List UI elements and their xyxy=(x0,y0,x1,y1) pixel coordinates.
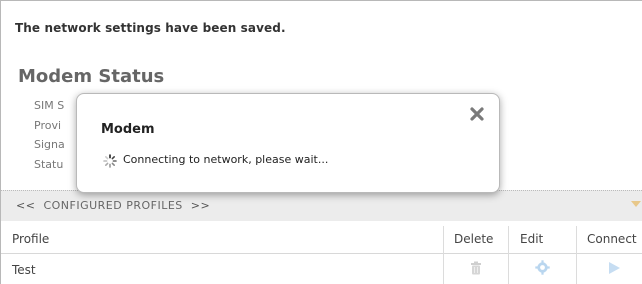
profile-name-cell: Test xyxy=(12,263,36,277)
signal-label: Signa xyxy=(34,138,65,151)
prev-profiles-button[interactable]: << xyxy=(16,199,35,212)
collapse-arrow-icon[interactable] xyxy=(631,201,641,207)
profiles-bar-label: CONFIGURED PROFILES xyxy=(43,199,183,212)
column-header-delete[interactable]: Delete xyxy=(454,232,493,246)
dialog-message: Connecting to network, please wait... xyxy=(123,153,329,166)
profiles-table-header xyxy=(1,226,642,254)
play-icon[interactable] xyxy=(608,260,621,279)
column-header-edit[interactable]: Edit xyxy=(520,232,543,246)
column-separator xyxy=(576,226,577,284)
save-notice: The network settings have been saved. xyxy=(15,21,286,35)
profiles-nav: << CONFIGURED PROFILES >> xyxy=(16,199,210,212)
spinner-icon xyxy=(103,153,117,172)
close-icon[interactable] xyxy=(467,104,487,124)
trash-icon[interactable] xyxy=(470,260,482,279)
column-separator xyxy=(508,226,509,284)
modem-dialog: Modem Connecting to network, please wait… xyxy=(76,93,500,193)
provider-label: Provi xyxy=(34,119,62,132)
sim-status-label: SIM S xyxy=(34,99,65,112)
dialog-title: Modem xyxy=(101,122,155,137)
gear-icon[interactable] xyxy=(535,260,550,279)
next-profiles-button[interactable]: >> xyxy=(191,199,210,212)
column-header-profile[interactable]: Profile xyxy=(12,232,49,246)
modem-status-title: Modem Status xyxy=(18,66,165,87)
column-header-connect[interactable]: Connect xyxy=(587,232,637,246)
column-separator xyxy=(443,226,444,284)
status-label: Statu xyxy=(34,158,64,171)
